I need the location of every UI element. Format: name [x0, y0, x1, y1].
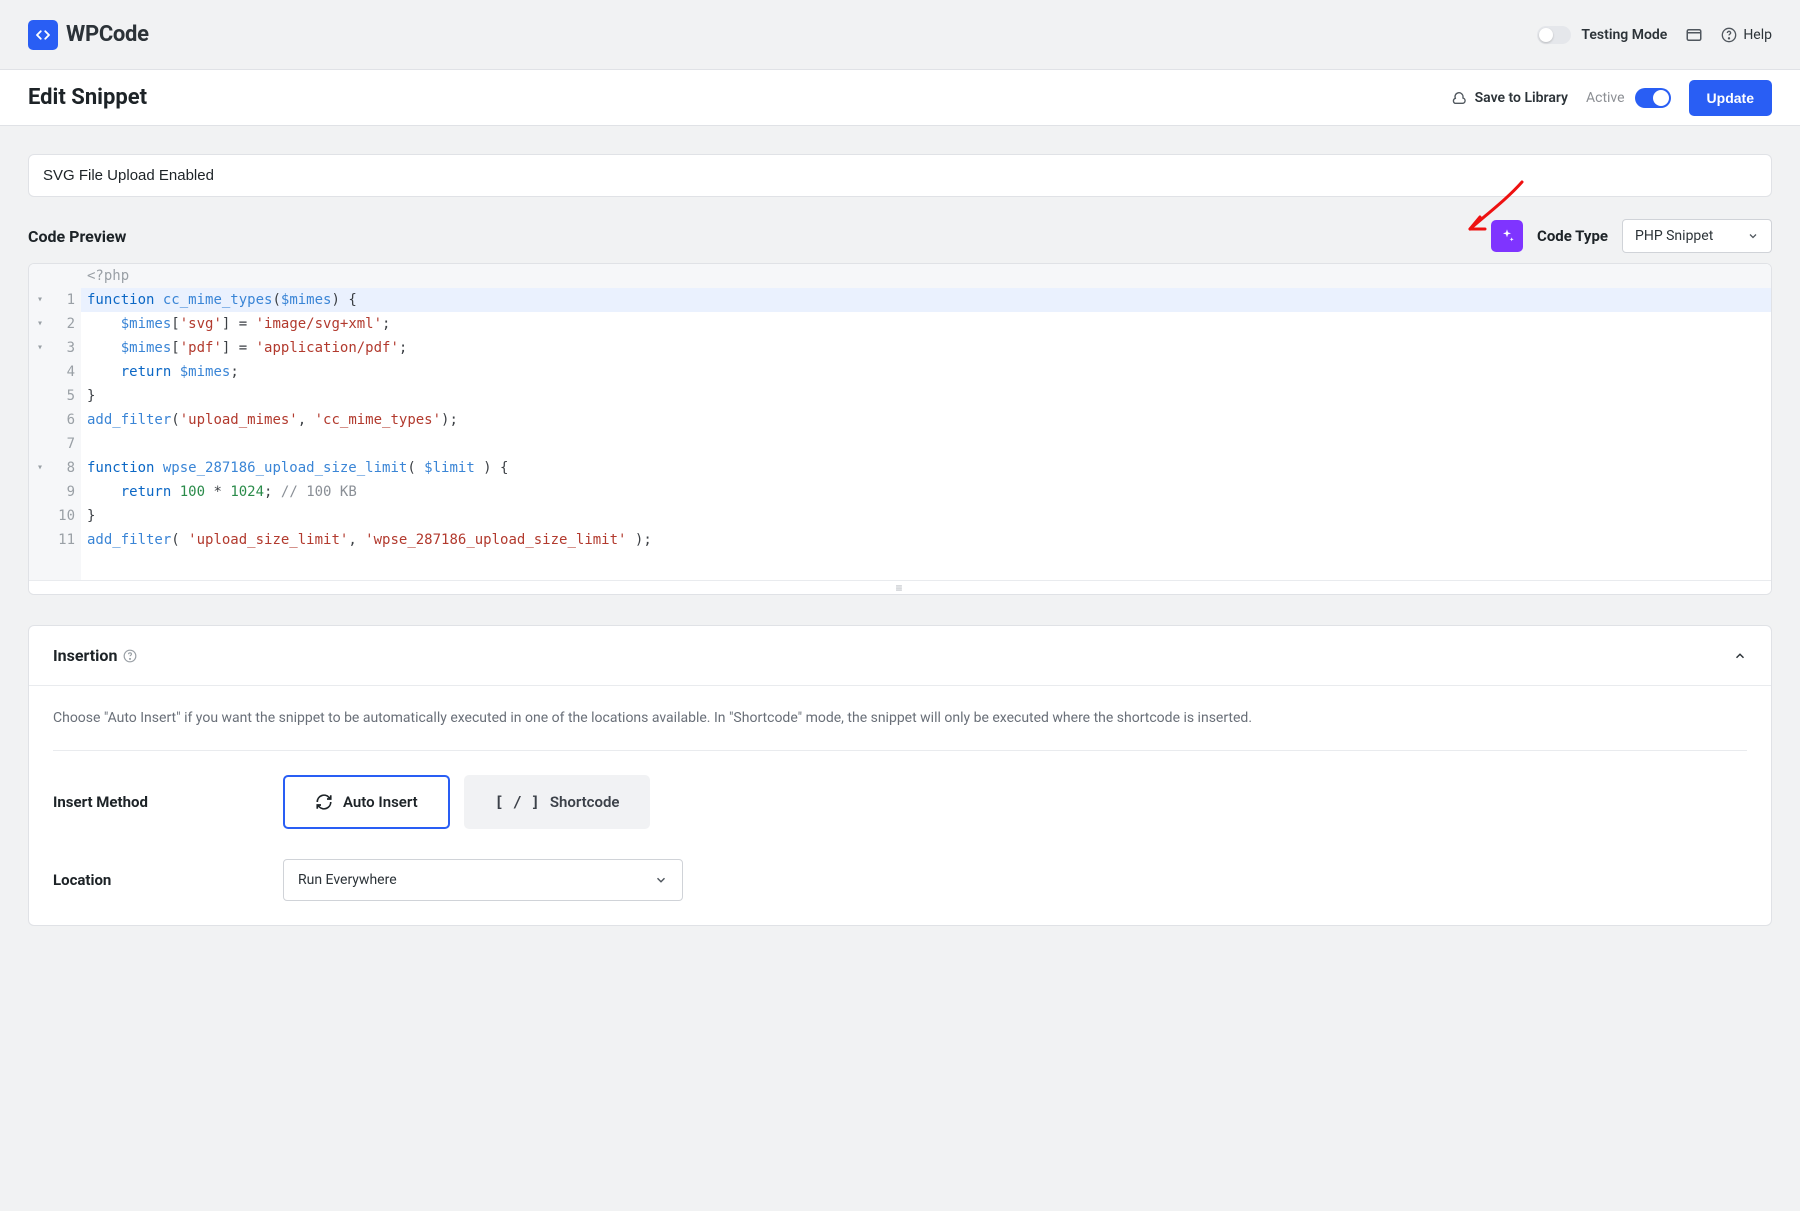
- code-type-label: Code Type: [1537, 227, 1608, 245]
- refresh-icon: [315, 793, 333, 811]
- auto-insert-label: Auto Insert: [343, 793, 418, 811]
- notifications-icon[interactable]: [1685, 26, 1703, 44]
- info-icon: [123, 649, 137, 663]
- code-type-value: PHP Snippet: [1635, 228, 1713, 244]
- code-line[interactable]: add_filter( 'upload_size_limit', 'wpse_2…: [81, 528, 1771, 552]
- ai-generate-button[interactable]: [1491, 220, 1523, 252]
- shortcode-button[interactable]: [ / ] Shortcode: [464, 775, 651, 829]
- help-link[interactable]: Help: [1721, 27, 1772, 43]
- insertion-description: Choose "Auto Insert" if you want the sni…: [53, 710, 1747, 751]
- code-preview-label: Code Preview: [28, 227, 126, 246]
- editor-resize-handle[interactable]: ≡: [29, 580, 1771, 594]
- code-line[interactable]: function cc_mime_types($mimes) {: [81, 288, 1771, 312]
- testing-mode-toggle[interactable]: [1537, 26, 1571, 44]
- shortcode-icon: [ / ]: [495, 793, 540, 811]
- code-line[interactable]: $mimes['pdf'] = 'application/pdf';: [81, 336, 1771, 360]
- brand-text: WPCode: [66, 22, 149, 47]
- php-open-tag: <?php: [81, 264, 1771, 288]
- save-to-library-button[interactable]: Save to Library: [1451, 90, 1568, 106]
- active-toggle[interactable]: [1635, 88, 1671, 108]
- brand[interactable]: WPCode: [28, 20, 149, 50]
- save-to-library-label: Save to Library: [1475, 90, 1568, 106]
- help-label: Help: [1743, 27, 1772, 43]
- brand-logo-icon: [28, 20, 58, 50]
- location-label: Location: [53, 871, 283, 889]
- chevron-down-icon: [1747, 230, 1759, 242]
- insertion-panel-header[interactable]: Insertion: [29, 626, 1771, 686]
- active-label: Active: [1586, 90, 1625, 106]
- sparkle-icon: [1499, 228, 1515, 244]
- location-select[interactable]: Run Everywhere: [283, 859, 683, 901]
- code-type-select[interactable]: PHP Snippet: [1622, 219, 1772, 253]
- code-line[interactable]: return 100 * 1024; // 100 KB: [81, 480, 1771, 504]
- location-value: Run Everywhere: [298, 872, 397, 888]
- code-line[interactable]: }: [81, 384, 1771, 408]
- code-line[interactable]: [81, 432, 1771, 456]
- chevron-down-icon: [654, 873, 668, 887]
- shortcode-label: Shortcode: [550, 793, 620, 811]
- page-title: Edit Snippet: [28, 85, 147, 110]
- code-line[interactable]: return $mimes;: [81, 360, 1771, 384]
- chevron-up-icon: [1733, 649, 1747, 663]
- code-line[interactable]: add_filter('upload_mimes', 'cc_mime_type…: [81, 408, 1771, 432]
- insertion-title: Insertion: [53, 646, 117, 665]
- code-line[interactable]: }: [81, 504, 1771, 528]
- code-line[interactable]: $mimes['svg'] = 'image/svg+xml';: [81, 312, 1771, 336]
- testing-mode-label: Testing Mode: [1581, 27, 1667, 43]
- snippet-title-input[interactable]: [28, 154, 1772, 197]
- code-line[interactable]: function wpse_287186_upload_size_limit( …: [81, 456, 1771, 480]
- update-button[interactable]: Update: [1689, 80, 1772, 116]
- auto-insert-button[interactable]: Auto Insert: [283, 775, 450, 829]
- insert-method-label: Insert Method: [53, 793, 283, 811]
- code-editor[interactable]: ▾▾▾▾ 1234567891011 <?php function cc_mim…: [28, 263, 1772, 595]
